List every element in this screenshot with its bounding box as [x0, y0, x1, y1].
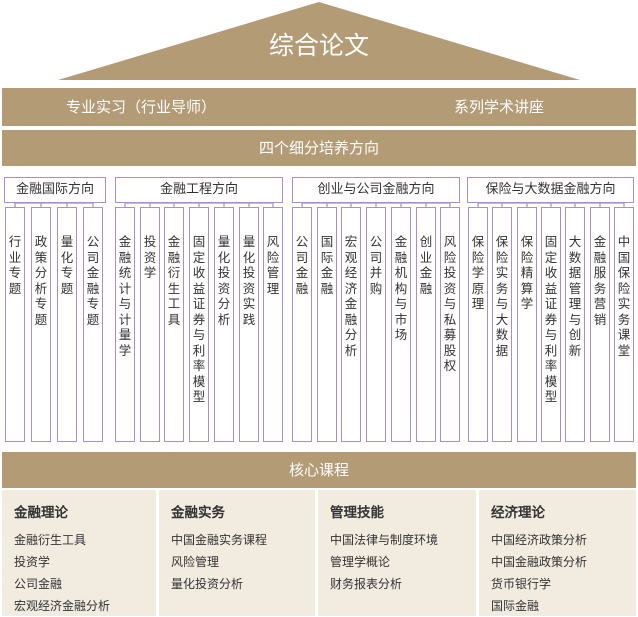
core-item: 量化投资分析: [171, 577, 244, 591]
core-item: 公司金融: [14, 577, 63, 591]
course-column: 风险管理: [263, 207, 283, 442]
course-column: 国际金融: [317, 207, 337, 442]
course-column: 金融机构与市场: [391, 207, 411, 442]
course-column: 保险实务与大数据: [492, 207, 512, 442]
core-item: 货币银行学: [491, 577, 552, 591]
course-column: 公司金融专题: [83, 207, 103, 442]
core-item: 风险管理: [171, 555, 220, 569]
course-column: 中国保险实务课堂: [614, 207, 634, 442]
core-item: 中国经济政策分析: [491, 533, 588, 547]
core-item: 宏观经济金融分析: [14, 599, 111, 613]
core-item: 管理学概论: [330, 555, 391, 569]
course-column: 投资学: [140, 207, 160, 442]
course-column: 宏观经济金融分析: [341, 207, 361, 442]
course-column: 风险投资与私募股权: [440, 207, 460, 442]
course-label: 国际金融: [320, 234, 334, 296]
course-label: 公司并购: [369, 234, 383, 296]
course-column: 固定收益证券与利率模型: [541, 207, 561, 442]
course-label: 保险实务与大数据: [495, 234, 509, 358]
course-label: 大数据管理与创新: [568, 234, 582, 358]
course-column: 大数据管理与创新: [565, 207, 585, 442]
course-column: 金融衍生工具: [164, 207, 184, 442]
course-label: 风险投资与私募股权: [443, 234, 457, 373]
course-column: 金融统计与计量学: [115, 207, 135, 442]
course-column: 创业金融: [416, 207, 436, 442]
core-item: 中国法律与制度环境: [330, 533, 439, 547]
core-item: 金融衍生工具: [14, 533, 87, 547]
core-cell-title: 经济理论: [491, 505, 545, 521]
core-item: 投资学: [14, 555, 51, 569]
course-label: 创业金融: [419, 234, 433, 296]
course-label: 量化专题: [60, 234, 74, 296]
direction-header-insurance-bigdata: 保险与大数据金融方向: [467, 177, 634, 203]
course-column: 保险精算学: [517, 207, 537, 442]
course-label: 政策分析专题: [34, 234, 48, 327]
core-cell-title: 管理技能: [330, 505, 384, 521]
course-label: 公司金融: [295, 234, 309, 296]
course-label: 保险学原理: [471, 234, 485, 311]
course-label: 固定收益证券与利率模型: [544, 234, 558, 404]
core-item: 国际金融: [491, 599, 540, 613]
core-courses-band: 核心课程: [2, 452, 636, 488]
course-label: 宏观经济金融分析: [344, 234, 358, 358]
course-label: 保险精算学: [520, 234, 534, 311]
course-column: 量化专题: [57, 207, 77, 442]
core-item: 中国金融政策分析: [491, 555, 588, 569]
direction-header-corporate-finance: 创业与公司金融方向: [292, 177, 460, 203]
course-label: 中国保险实务课堂: [617, 234, 631, 358]
course-label: 量化投资实践: [242, 234, 256, 327]
course-column: 量化投资实践: [239, 207, 259, 442]
core-cell-title: 金融理论: [14, 505, 68, 521]
core-item: 中国金融实务课程: [171, 533, 268, 547]
core-cell-economic-theory: 经济理论 中国经济政策分析 中国金融政策分析 货币银行学 国际金融: [479, 490, 636, 616]
course-column: 量化投资分析: [214, 207, 234, 442]
direction-header-financial-engineering: 金融工程方向: [115, 177, 283, 203]
course-column: 公司金融: [292, 207, 312, 442]
core-cell-finance-practice: 金融实务 中国金融实务课程 风险管理 量化投资分析: [159, 490, 315, 616]
course-label: 行业专题: [8, 234, 22, 296]
course-column: 金融服务营销: [590, 207, 610, 442]
course-column: 公司并购: [366, 207, 386, 442]
course-column: 固定收益证券与利率模型: [189, 207, 209, 442]
core-cell-management-skills: 管理技能 中国法律与制度环境 管理学概论 财务报表分析: [318, 490, 476, 616]
course-column: 行业专题: [5, 207, 25, 442]
course-label: 固定收益证券与利率模型: [192, 234, 206, 404]
course-label: 金融衍生工具: [167, 234, 181, 327]
course-label: 风险管理: [266, 234, 280, 296]
core-cell-finance-theory: 金融理论 金融衍生工具 投资学 公司金融 宏观经济金融分析: [2, 490, 156, 616]
course-label: 金融机构与市场: [394, 234, 408, 342]
direction-header-finance-international: 金融国际方向: [4, 177, 106, 203]
course-column: 保险学原理: [468, 207, 488, 442]
course-label: 金融服务营销: [593, 234, 607, 327]
core-cell-title: 金融实务: [171, 505, 225, 521]
core-item: 财务报表分析: [330, 577, 403, 591]
course-label: 投资学: [143, 234, 157, 280]
course-column: 政策分析专题: [31, 207, 51, 442]
course-label: 量化投资分析: [217, 234, 231, 327]
course-label: 金融统计与计量学: [118, 234, 132, 358]
course-label: 公司金融专题: [86, 234, 100, 327]
